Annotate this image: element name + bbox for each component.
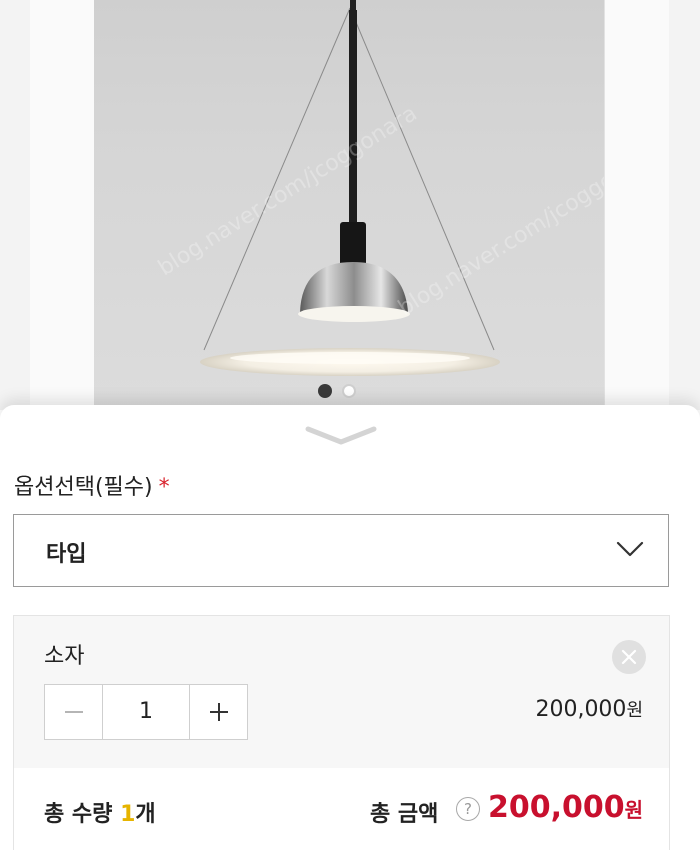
option-select[interactable]: 타입 xyxy=(13,514,669,587)
increase-quantity-button[interactable] xyxy=(189,685,247,739)
chevron-down-icon xyxy=(616,541,644,557)
total-qty-prefix: 총 수량 xyxy=(44,802,113,827)
carousel-indicator xyxy=(318,384,356,398)
question-icon[interactable]: ? xyxy=(456,797,480,821)
selected-item-name: 소자 xyxy=(44,644,85,669)
remove-item-button[interactable] xyxy=(612,640,646,674)
image-frame-left xyxy=(30,0,95,410)
total-amount-label: 총 금액 xyxy=(370,802,439,827)
total-amount: 200,000원 xyxy=(488,790,643,825)
product-image-area: blog.naver.com/jcoggonara blog.naver.com… xyxy=(0,0,700,410)
option-section-title: 옵션선택(필수) * xyxy=(14,469,170,501)
carousel-dot-1[interactable] xyxy=(318,384,332,398)
total-amount-value: 200,000 xyxy=(487,790,625,825)
option-label-text: 옵션선택(필수) xyxy=(14,475,153,500)
minus-icon xyxy=(65,711,83,713)
required-mark: * xyxy=(158,475,170,500)
total-summary: 총 수량 1개 총 금액 ? 200,000원 xyxy=(13,768,670,850)
decrease-quantity-button[interactable] xyxy=(45,685,103,739)
close-icon xyxy=(621,649,637,665)
item-price-value: 200,000 xyxy=(535,697,627,722)
quantity-stepper: 1 xyxy=(44,684,248,740)
total-quantity: 총 수량 1개 xyxy=(44,796,156,828)
total-qty-value: 1 xyxy=(120,802,136,827)
quantity-input[interactable]: 1 xyxy=(103,685,189,739)
option-bottom-sheet: 옵션선택(필수) * 타입 소자 1 200,000원 총 수량 1개 총 금액… xyxy=(0,405,700,850)
total-amount-currency: 원 xyxy=(624,798,643,822)
item-price: 200,000원 xyxy=(535,696,643,722)
total-qty-suffix: 개 xyxy=(135,802,156,827)
chevron-down-icon[interactable] xyxy=(304,423,378,447)
selected-item-panel: 소자 1 200,000원 xyxy=(13,615,670,769)
item-price-currency: 원 xyxy=(626,700,643,721)
product-photo[interactable]: blog.naver.com/jcoggonara blog.naver.com… xyxy=(94,0,604,410)
image-frame-right xyxy=(604,0,669,410)
plus-icon xyxy=(210,703,228,721)
carousel-dot-2[interactable] xyxy=(342,384,356,398)
pendant-lamp-illustration xyxy=(200,0,500,376)
option-select-value: 타입 xyxy=(46,542,87,567)
